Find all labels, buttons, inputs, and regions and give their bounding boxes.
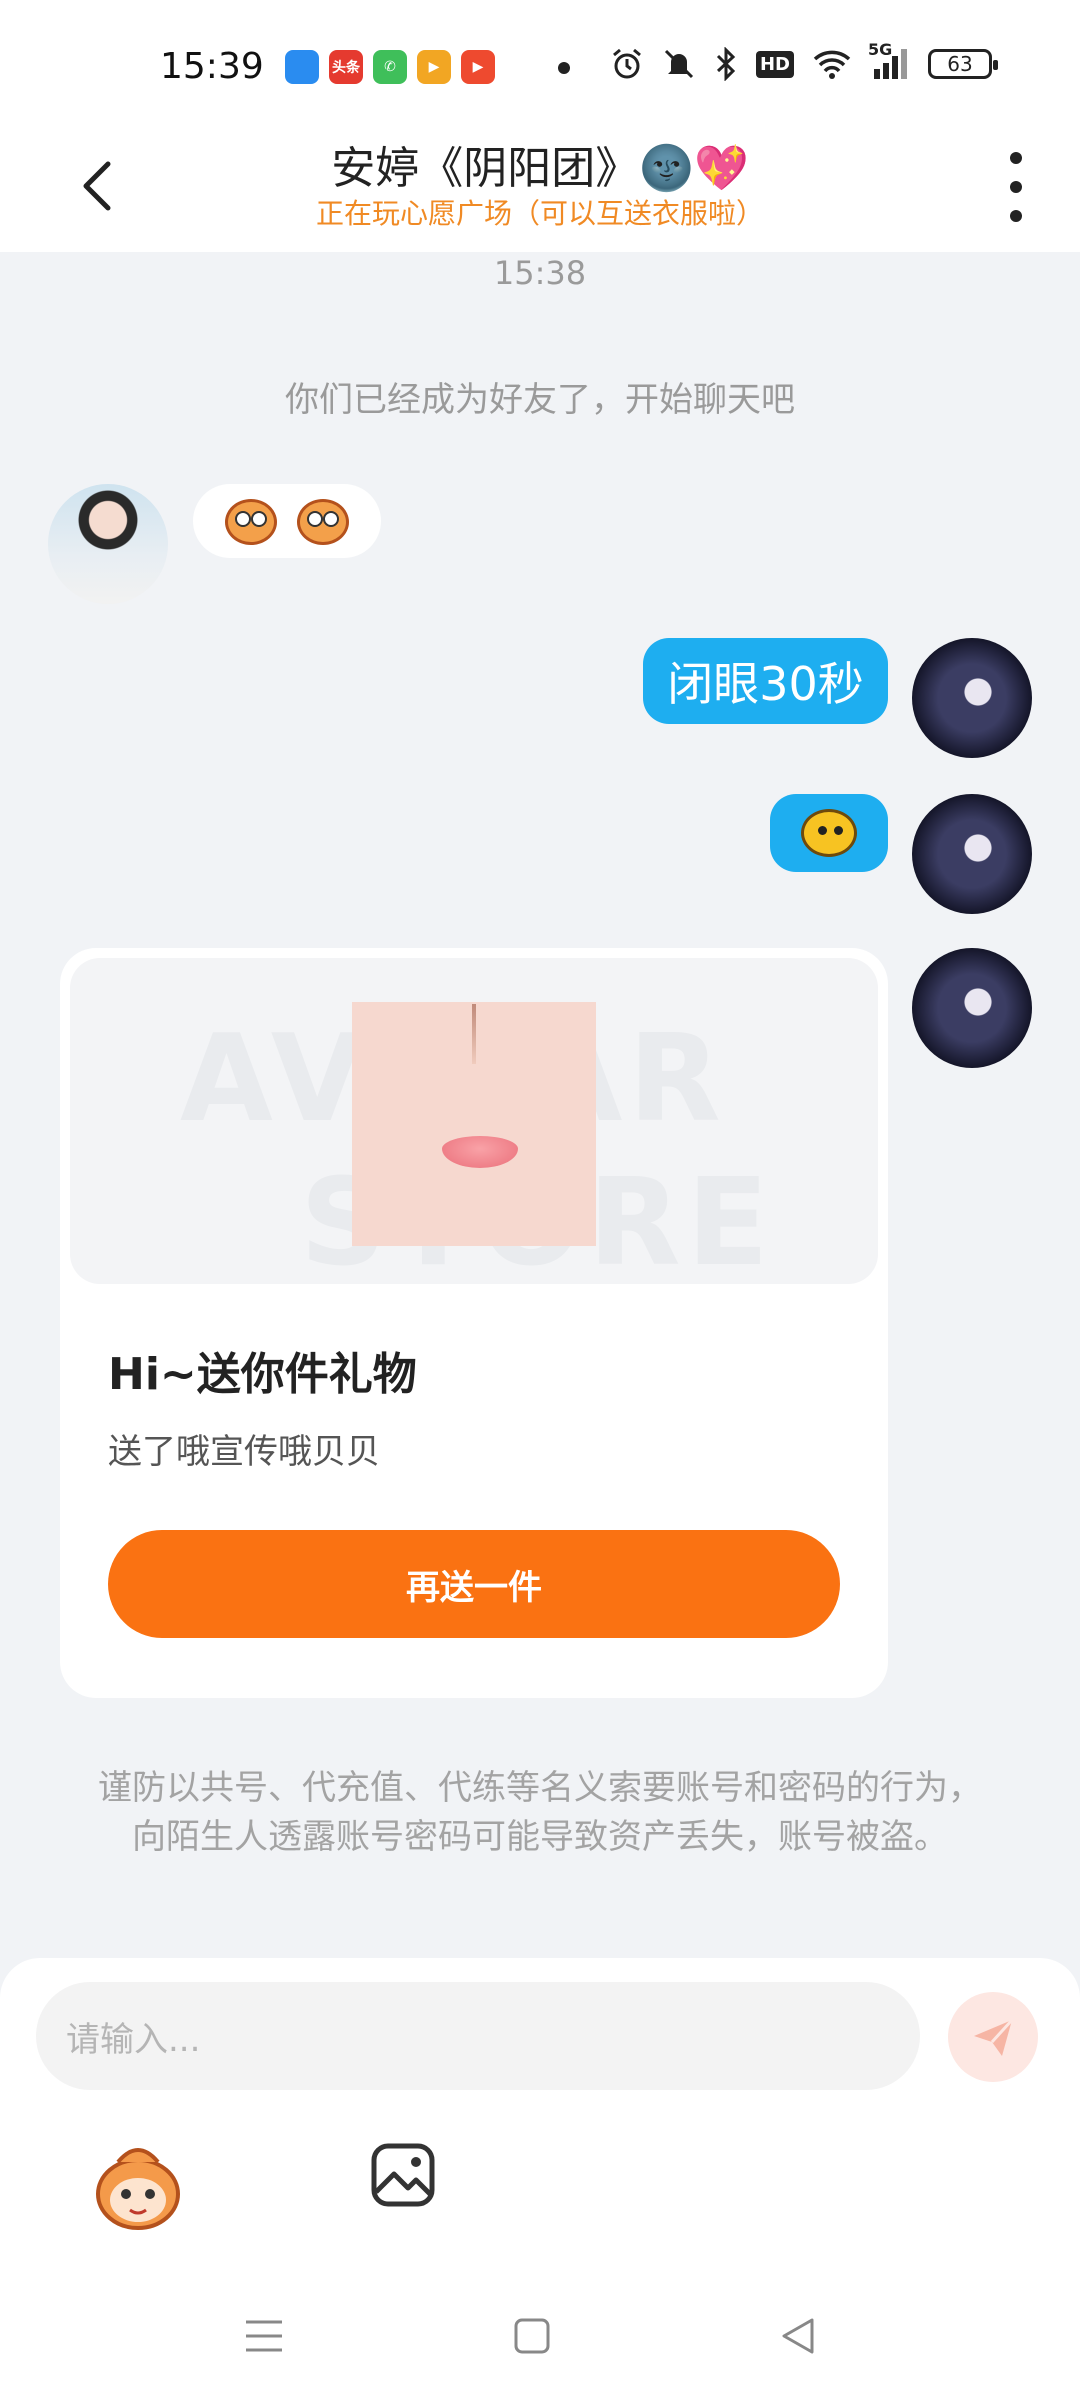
- my-avatar[interactable]: [912, 948, 1032, 1068]
- back-triangle-icon: [782, 2318, 814, 2354]
- chick-sticker-icon: [801, 809, 857, 857]
- image-icon: [371, 2143, 435, 2207]
- send-button[interactable]: [948, 1992, 1038, 2082]
- gift-preview-image[interactable]: AVATAR STORE: [70, 958, 878, 1284]
- home-button[interactable]: [502, 2306, 562, 2366]
- status-time: 15:39: [160, 46, 264, 87]
- security-warning: 谨防以共号、代充值、代练等名义索要账号和密码的行为，向陌生人透露账号密码可能导致…: [98, 1768, 982, 1857]
- mute-icon: [662, 46, 696, 82]
- alarm-icon: [610, 46, 644, 82]
- send-another-button[interactable]: 再送一件: [108, 1530, 840, 1638]
- monkey-sticker-icon: [293, 493, 353, 549]
- received-sticker-message[interactable]: [193, 484, 381, 558]
- message-timestamp: 15:38: [493, 254, 587, 292]
- notification-app-icons: 头条 ✆ ▶ ▶: [285, 50, 495, 84]
- monkey-face-icon: [96, 2148, 180, 2230]
- chat-subtitle-status: 正在玩心愿广场（可以互送衣服啦）: [315, 197, 764, 230]
- status-bar: 15:39 头条 ✆ ▶ ▶ HD 5G 63: [0, 0, 1080, 130]
- my-avatar[interactable]: [912, 794, 1032, 914]
- back-nav-button[interactable]: [768, 2306, 828, 2366]
- system-navigation-bar: [0, 2286, 1080, 2386]
- friend-avatar[interactable]: [48, 484, 168, 604]
- more-options-button[interactable]: [996, 152, 1036, 222]
- home-square-icon: [514, 2318, 550, 2354]
- menu-button[interactable]: [234, 2306, 294, 2366]
- chat-header: 安婷《阴阳团》🌚💖 正在玩心愿广场（可以互送衣服啦）: [0, 130, 1080, 252]
- gift-card-message[interactable]: AVATAR STORE Hi~送你件礼物 送了哦宣传哦贝贝 再送一件: [60, 948, 888, 1698]
- signal-icon: 5G: [868, 40, 910, 82]
- system-icons: HD 5G 63: [610, 40, 998, 82]
- send-icon: [974, 2018, 1014, 2056]
- gift-description: 送了哦宣传哦贝贝: [108, 1432, 380, 1472]
- image-picker-button[interactable]: [368, 2140, 438, 2210]
- toutiao-icon: 头条: [329, 50, 363, 84]
- gift-item-image: [352, 1002, 596, 1246]
- bluetooth-icon: [714, 46, 738, 82]
- menu-icon: [246, 2320, 282, 2352]
- browser-icon: [285, 50, 319, 84]
- battery-icon: 63: [928, 49, 998, 79]
- chat-title: 安婷《阴阳团》🌚💖: [331, 143, 749, 194]
- play-app-icon: ▶: [461, 50, 495, 84]
- hd-icon: HD: [755, 46, 794, 82]
- sticker-button[interactable]: [88, 2136, 188, 2236]
- video-app-icon: ▶: [417, 50, 451, 84]
- monkey-sticker-icon: [221, 493, 281, 549]
- sent-text-message[interactable]: 闭眼30秒: [643, 638, 888, 724]
- gift-title: Hi~送你件礼物: [108, 1349, 417, 1400]
- phone-app-icon: ✆: [373, 50, 407, 84]
- system-message: 你们已经成为好友了，开始聊天吧: [285, 380, 795, 420]
- my-avatar[interactable]: [912, 638, 1032, 758]
- more-vertical-icon: [1010, 152, 1022, 164]
- more-notifications-dot-icon: [558, 62, 570, 74]
- wifi-icon: [812, 46, 852, 82]
- message-input[interactable]: 请输入...: [36, 1982, 920, 2090]
- sent-sticker-message[interactable]: [770, 794, 888, 872]
